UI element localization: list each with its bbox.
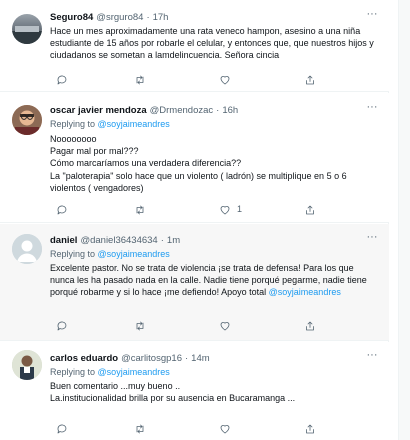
tweet[interactable]: carlos eduardo @carlitosgp16 · 14m ··· R…: [0, 342, 389, 440]
tweet[interactable]: Seguro84 @srguro84 · 17h ··· Hace un mes…: [0, 0, 389, 92]
replying-to: Replying to @soyjaimeandres: [50, 248, 379, 260]
tweet[interactable]: oscar javier mendoza @Drmendozac · 16h ·…: [0, 93, 389, 223]
more-icon[interactable]: ···: [365, 9, 379, 23]
author-name[interactable]: Seguro84: [50, 12, 93, 23]
author-name[interactable]: carlos eduardo: [50, 353, 118, 364]
more-icon[interactable]: ···: [365, 102, 379, 116]
more-icon[interactable]: ···: [365, 350, 379, 364]
timestamp[interactable]: 17h: [153, 12, 169, 23]
tweet-text: Noooooooo Pagar mal por mal??? Cómo marc…: [50, 133, 379, 194]
mention-link[interactable]: @soyjaimeandres: [98, 249, 170, 259]
tweet[interactable]: daniel @daniel36434634 · 1m ··· Replying…: [0, 224, 389, 341]
separator-dot: ·: [216, 104, 220, 116]
sidebar-card: [398, 0, 410, 440]
reply-icon[interactable]: [56, 319, 70, 333]
replying-to: Replying to @soyjaimeandres: [50, 366, 379, 378]
replying-to: Replying to @soyjaimeandres: [50, 118, 379, 130]
tweet-text: Buen comentario ...muy bueno .. La.insti…: [50, 380, 379, 404]
tweet-actions: [50, 422, 370, 436]
mention-link[interactable]: @soyjaimeandres: [98, 367, 170, 377]
heart-icon[interactable]: [219, 422, 233, 436]
separator-dot: ·: [160, 234, 164, 246]
like-count: 1: [237, 204, 243, 214]
author-handle[interactable]: @carlitosgp16: [121, 353, 182, 364]
share-icon[interactable]: [304, 319, 318, 333]
mention-link[interactable]: @soyjaimeandres: [98, 119, 170, 129]
retweet-icon[interactable]: [134, 319, 148, 333]
replying-to-label: Replying to: [50, 367, 96, 377]
retweet-icon[interactable]: [134, 73, 148, 87]
tweet-text-line: La "paloterapia" solo hace que un violen…: [50, 170, 347, 193]
tweet-actions: [50, 73, 370, 87]
tweet-text-line: Pagar mal por mal???: [50, 146, 139, 157]
timestamp[interactable]: 14m: [191, 353, 209, 364]
separator-dot: ·: [146, 11, 150, 23]
reply-icon[interactable]: [56, 73, 70, 87]
tweet-text: Excelente pastor. No se trata de violenc…: [50, 262, 379, 299]
tweet-text-line: Cómo marcaríamos una verdadera diferenci…: [50, 158, 242, 169]
separator-dot: ·: [184, 352, 189, 364]
retweet-icon[interactable]: [134, 422, 148, 436]
author-handle[interactable]: @srguro84: [96, 12, 143, 23]
tweet-text-line: La.institucionalidad brilla por su ausen…: [50, 393, 296, 404]
heart-icon[interactable]: [219, 73, 233, 87]
share-icon[interactable]: [304, 73, 318, 87]
share-icon[interactable]: [304, 203, 318, 217]
avatar[interactable]: [12, 234, 42, 264]
share-icon[interactable]: [304, 422, 318, 436]
retweet-icon[interactable]: [134, 203, 148, 217]
reply-icon[interactable]: [56, 203, 70, 217]
tweet-actions: [50, 319, 370, 333]
avatar[interactable]: [12, 14, 42, 44]
replying-to-label: Replying to: [50, 249, 96, 259]
heart-icon[interactable]: [219, 319, 233, 333]
timestamp[interactable]: 1m: [167, 235, 180, 246]
replying-to-label: Replying to: [50, 119, 96, 129]
avatar[interactable]: [12, 350, 42, 380]
author-name[interactable]: oscar javier mendoza: [50, 105, 147, 116]
author-handle[interactable]: @daniel36434634: [80, 235, 157, 246]
heart-icon[interactable]: [219, 203, 233, 217]
tweet-text-line: Buen comentario ...muy bueno ..: [50, 381, 181, 391]
author-handle[interactable]: @Drmendozac: [150, 105, 214, 116]
tweet-text-line: Noooooooo: [50, 134, 97, 144]
tweet-feed: Seguro84 @srguro84 · 17h ··· Hace un mes…: [0, 0, 389, 440]
tweet-text: Hace un mes aproximadamente una rata ven…: [50, 26, 374, 61]
timestamp[interactable]: 16h: [222, 105, 238, 116]
author-name[interactable]: daniel: [50, 235, 77, 246]
more-icon[interactable]: ···: [365, 232, 379, 246]
avatar[interactable]: [12, 105, 42, 135]
tweet-actions: 1: [50, 203, 370, 217]
mention-link[interactable]: @soyjaimeandres: [269, 287, 341, 297]
reply-icon[interactable]: [56, 422, 70, 436]
